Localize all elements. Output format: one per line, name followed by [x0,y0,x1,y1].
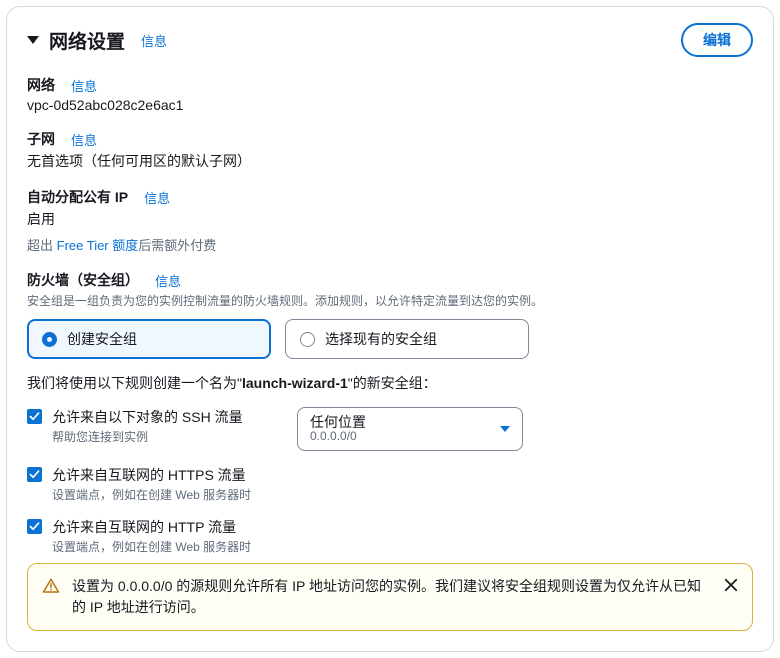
ssh-source-select[interactable]: 任何位置 0.0.0.0/0 [297,407,523,451]
public-ip-field: 自动分配公有 IP 信息 启用 超出 Free Tier 额度后需额外付费 [27,187,753,254]
radio-existing-sg[interactable]: 选择现有的安全组 [285,319,529,359]
https-label: 允许来自互联网的 HTTPS 流量 [52,465,251,485]
warning-alert: 设置为 0.0.0.0/0 的源规则允许所有 IP 地址访问您的实例。我们建议将… [27,563,753,631]
alert-text: 设置为 0.0.0.0/0 的源规则允许所有 IP 地址访问您的实例。我们建议将… [72,576,712,618]
network-label: 网络 [27,75,55,95]
info-link[interactable]: 信息 [144,188,170,207]
info-link[interactable]: 信息 [141,31,167,50]
allow-http-row: 允许来自互联网的 HTTP 流量 设置端点，例如在创建 Web 服务器时 [27,517,753,555]
subnet-label: 子网 [27,129,55,149]
select-value-label: 任何位置 [310,414,366,430]
allow-https-row: 允许来自互联网的 HTTPS 流量 设置端点，例如在创建 Web 服务器时 [27,465,753,503]
warning-icon [42,577,60,598]
http-hint: 设置端点，例如在创建 Web 服务器时 [52,538,251,555]
network-settings-panel: 网络设置 信息 编辑 网络 信息 vpc-0d52abc028c2e6ac1 子… [6,6,774,652]
radio-create-sg[interactable]: 创建安全组 [27,319,271,359]
network-field: 网络 信息 vpc-0d52abc028c2e6ac1 [27,75,753,113]
checkbox-https[interactable] [27,467,42,482]
free-tier-link[interactable]: Free Tier 额度 [57,238,139,253]
check-icon [29,411,40,422]
firewall-field: 防火墙（安全组） 信息 安全组是一组负责为您的实例控制流量的防火墙规则。添加规则… [27,270,753,555]
info-link[interactable]: 信息 [155,271,181,290]
panel-title-wrap[interactable]: 网络设置 信息 [27,27,167,54]
chevron-down-icon [500,426,510,432]
radio-label: 选择现有的安全组 [325,329,437,349]
public-ip-value: 启用 [27,209,753,229]
sg-create-text: 我们将使用以下规则创建一个名为"launch-wizard-1"的新安全组： [27,373,753,393]
sg-name: launch-wizard-1 [242,375,348,391]
ssh-hint: 帮助您连接到实例 [52,428,243,445]
subnet-value: 无首选项（任何可用区的默认子网） [27,151,753,171]
free-tier-note: 超出 Free Tier 额度后需额外付费 [27,235,753,254]
caret-down-icon [27,36,39,44]
allow-ssh-row: 允许来自以下对象的 SSH 流量 帮助您连接到实例 任何位置 0.0.0.0/0 [27,407,753,451]
radio-icon [300,332,315,347]
https-hint: 设置端点，例如在创建 Web 服务器时 [52,486,251,503]
checkbox-ssh[interactable] [27,409,42,424]
sg-radio-group: 创建安全组 选择现有的安全组 [27,319,753,359]
edit-button[interactable]: 编辑 [681,23,753,57]
checkbox-http[interactable] [27,519,42,534]
firewall-hint: 安全组是一组负责为您的实例控制流量的防火墙规则。添加规则，以允许特定流量到达您的… [27,292,753,309]
network-value: vpc-0d52abc028c2e6ac1 [27,97,753,113]
close-icon[interactable] [724,578,738,595]
info-link[interactable]: 信息 [71,130,97,149]
check-icon [29,521,40,532]
firewall-label: 防火墙（安全组） [27,270,139,290]
panel-header: 网络设置 信息 编辑 [27,23,753,57]
panel-title: 网络设置 [49,27,125,54]
subnet-field: 子网 信息 无首选项（任何可用区的默认子网） [27,129,753,171]
info-link[interactable]: 信息 [71,76,97,95]
public-ip-label: 自动分配公有 IP [27,187,128,207]
check-icon [29,469,40,480]
select-value-cidr: 0.0.0.0/0 [310,430,366,444]
radio-icon [42,332,57,347]
http-label: 允许来自互联网的 HTTP 流量 [52,517,251,537]
radio-label: 创建安全组 [67,329,137,349]
ssh-label: 允许来自以下对象的 SSH 流量 [52,407,243,427]
